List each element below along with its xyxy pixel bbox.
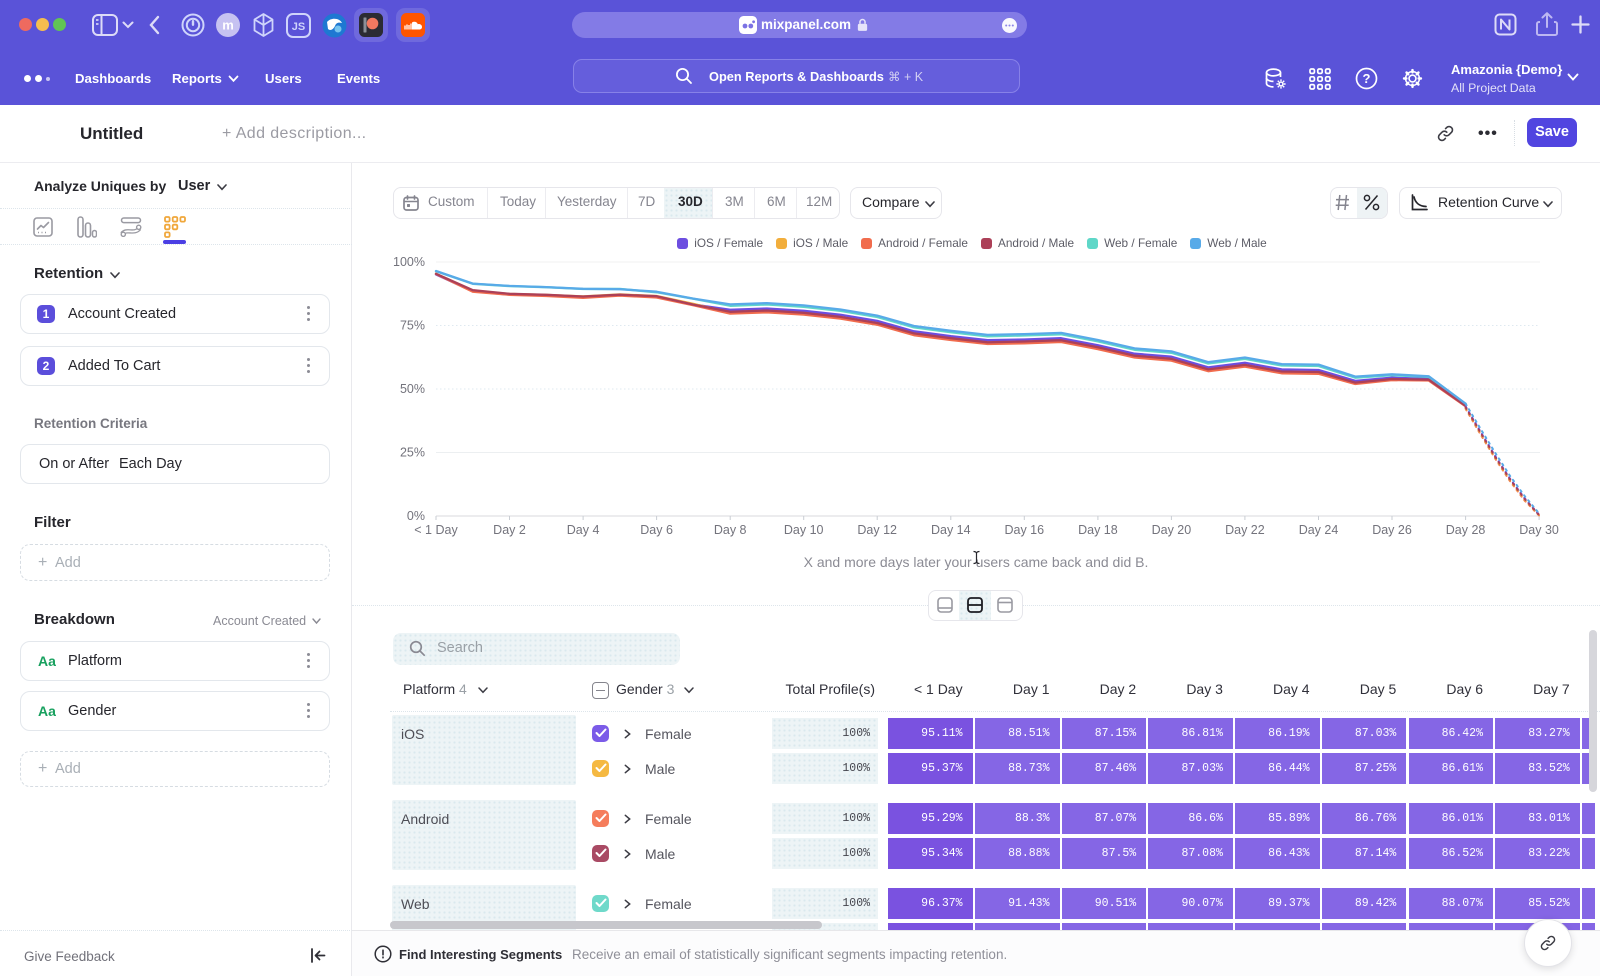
svg-text:Day 4: Day 4 bbox=[567, 523, 600, 537]
svg-text:Day 26: Day 26 bbox=[1372, 523, 1412, 537]
svg-text:Day 18: Day 18 bbox=[1078, 523, 1118, 537]
svg-text:Day 10: Day 10 bbox=[784, 523, 824, 537]
svg-text:Day 16: Day 16 bbox=[1004, 523, 1044, 537]
svg-text:100%: 100% bbox=[393, 255, 425, 269]
svg-text:75%: 75% bbox=[400, 319, 425, 333]
svg-text:Day 14: Day 14 bbox=[931, 523, 971, 537]
svg-text:m: m bbox=[222, 18, 234, 33]
svg-text:Day 6: Day 6 bbox=[640, 523, 673, 537]
svg-text:50%: 50% bbox=[400, 382, 425, 396]
svg-text:Day 24: Day 24 bbox=[1299, 523, 1339, 537]
svg-text:25%: 25% bbox=[400, 446, 425, 460]
svg-text:?: ? bbox=[1363, 71, 1371, 86]
svg-text:Day 20: Day 20 bbox=[1152, 523, 1192, 537]
svg-text:Day 12: Day 12 bbox=[857, 523, 897, 537]
svg-text:Day 28: Day 28 bbox=[1446, 523, 1486, 537]
svg-text:Day 30: Day 30 bbox=[1519, 523, 1559, 537]
svg-text:< 1 Day: < 1 Day bbox=[414, 523, 458, 537]
svg-text:Day 8: Day 8 bbox=[714, 523, 747, 537]
svg-text:JS: JS bbox=[292, 21, 305, 33]
svg-text:Day 22: Day 22 bbox=[1225, 523, 1265, 537]
svg-text:Day 2: Day 2 bbox=[493, 523, 526, 537]
svg-text:0%: 0% bbox=[407, 509, 425, 523]
